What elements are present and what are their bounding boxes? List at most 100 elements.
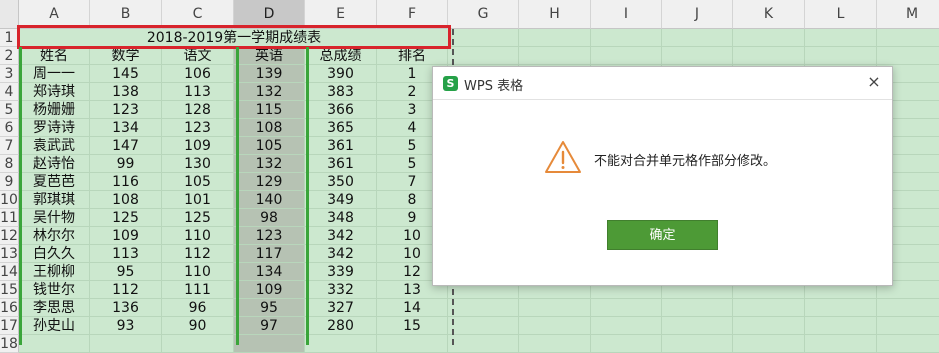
table-cell[interactable]: 109 [162, 137, 234, 155]
close-icon[interactable]: × [865, 73, 883, 91]
header-cell[interactable] [519, 47, 591, 65]
table-cell[interactable] [733, 335, 805, 353]
table-cell[interactable] [19, 335, 90, 353]
column-header-d[interactable]: D [234, 0, 305, 29]
header-cell[interactable]: 语文 [162, 47, 234, 65]
table-cell[interactable]: 111 [162, 281, 234, 299]
column-header-h[interactable]: H [519, 0, 591, 29]
header-cell[interactable]: 排名 [377, 47, 448, 65]
header-cell[interactable] [591, 47, 662, 65]
column-header-i[interactable]: I [591, 0, 662, 29]
table-cell[interactable]: 赵诗怡 [19, 155, 90, 173]
row-header-15[interactable]: 15 [0, 281, 19, 299]
table-cell[interactable]: 327 [305, 299, 377, 317]
table-cell[interactable] [662, 29, 733, 47]
table-cell[interactable]: 134 [90, 119, 162, 137]
table-cell[interactable]: 339 [305, 263, 377, 281]
table-cell[interactable] [805, 335, 877, 353]
table-cell[interactable]: 123 [162, 119, 234, 137]
table-cell[interactable]: 113 [90, 245, 162, 263]
column-header-f[interactable]: F [377, 0, 448, 29]
ok-button[interactable]: 确定 [607, 220, 718, 250]
row-header-6[interactable]: 6 [0, 119, 19, 137]
header-cell[interactable]: 总成绩 [305, 47, 377, 65]
table-cell[interactable] [877, 335, 939, 353]
table-cell[interactable] [448, 29, 519, 47]
table-cell[interactable]: 李思思 [19, 299, 90, 317]
table-cell[interactable] [377, 335, 448, 353]
table-cell[interactable] [519, 317, 591, 335]
row-header-14[interactable]: 14 [0, 263, 19, 281]
table-cell[interactable]: 109 [90, 227, 162, 245]
table-cell[interactable]: 109 [234, 281, 305, 299]
table-cell[interactable]: 99 [90, 155, 162, 173]
table-cell[interactable] [733, 317, 805, 335]
table-cell[interactable] [591, 317, 662, 335]
table-cell[interactable]: 332 [305, 281, 377, 299]
row-header-9[interactable]: 9 [0, 173, 19, 191]
table-cell[interactable]: 342 [305, 227, 377, 245]
table-cell[interactable]: 110 [162, 227, 234, 245]
table-cell[interactable]: 95 [234, 299, 305, 317]
select-all-corner[interactable] [0, 0, 19, 29]
row-header-10[interactable]: 10 [0, 191, 19, 209]
table-cell[interactable]: 113 [162, 83, 234, 101]
header-cell[interactable]: 姓名 [19, 47, 90, 65]
row-header-4[interactable]: 4 [0, 83, 19, 101]
table-cell[interactable] [448, 317, 519, 335]
table-cell[interactable]: 349 [305, 191, 377, 209]
table-cell[interactable]: 95 [90, 263, 162, 281]
table-cell[interactable]: 110 [162, 263, 234, 281]
table-cell[interactable] [662, 299, 733, 317]
table-cell[interactable] [733, 299, 805, 317]
table-cell[interactable]: 125 [162, 209, 234, 227]
table-cell[interactable]: 90 [162, 317, 234, 335]
column-header-l[interactable]: L [805, 0, 877, 29]
column-header-g[interactable]: G [448, 0, 519, 29]
table-cell[interactable]: 112 [90, 281, 162, 299]
row-header-17[interactable]: 17 [0, 317, 19, 335]
table-cell[interactable]: 134 [234, 263, 305, 281]
table-cell[interactable]: 袁武武 [19, 137, 90, 155]
table-cell[interactable] [877, 29, 939, 47]
header-cell[interactable]: 数学 [90, 47, 162, 65]
row-header-18[interactable]: 18 [0, 335, 19, 353]
header-cell[interactable] [662, 47, 733, 65]
table-cell[interactable]: 129 [234, 173, 305, 191]
table-cell[interactable]: 97 [234, 317, 305, 335]
table-cell[interactable] [805, 299, 877, 317]
column-header-c[interactable]: C [162, 0, 234, 29]
table-cell[interactable] [805, 29, 877, 47]
table-cell[interactable]: 125 [90, 209, 162, 227]
table-cell[interactable]: 132 [234, 155, 305, 173]
row-header-3[interactable]: 3 [0, 65, 19, 83]
table-cell[interactable]: 348 [305, 209, 377, 227]
row-header-12[interactable]: 12 [0, 227, 19, 245]
column-header-m[interactable]: M [877, 0, 939, 29]
column-header-j[interactable]: J [662, 0, 733, 29]
row-header-13[interactable]: 13 [0, 245, 19, 263]
table-cell[interactable]: 钱世尔 [19, 281, 90, 299]
table-cell[interactable] [591, 299, 662, 317]
table-cell[interactable]: 365 [305, 119, 377, 137]
table-cell[interactable]: 132 [234, 83, 305, 101]
table-cell[interactable] [448, 299, 519, 317]
table-cell[interactable]: 106 [162, 65, 234, 83]
table-cell[interactable]: 366 [305, 101, 377, 119]
table-cell[interactable]: 117 [234, 245, 305, 263]
table-cell[interactable] [234, 335, 305, 353]
row-header-16[interactable]: 16 [0, 299, 19, 317]
table-cell[interactable]: 140 [234, 191, 305, 209]
table-cell[interactable]: 147 [90, 137, 162, 155]
table-cell[interactable]: 白久久 [19, 245, 90, 263]
table-cell[interactable]: 吴什物 [19, 209, 90, 227]
table-cell[interactable]: 361 [305, 137, 377, 155]
table-cell[interactable] [662, 335, 733, 353]
row-header-7[interactable]: 7 [0, 137, 19, 155]
table-cell[interactable] [90, 335, 162, 353]
table-cell[interactable]: 96 [162, 299, 234, 317]
table-cell[interactable] [733, 29, 805, 47]
table-cell[interactable]: 罗诗诗 [19, 119, 90, 137]
table-cell[interactable]: 杨姗姗 [19, 101, 90, 119]
table-cell[interactable]: 138 [90, 83, 162, 101]
